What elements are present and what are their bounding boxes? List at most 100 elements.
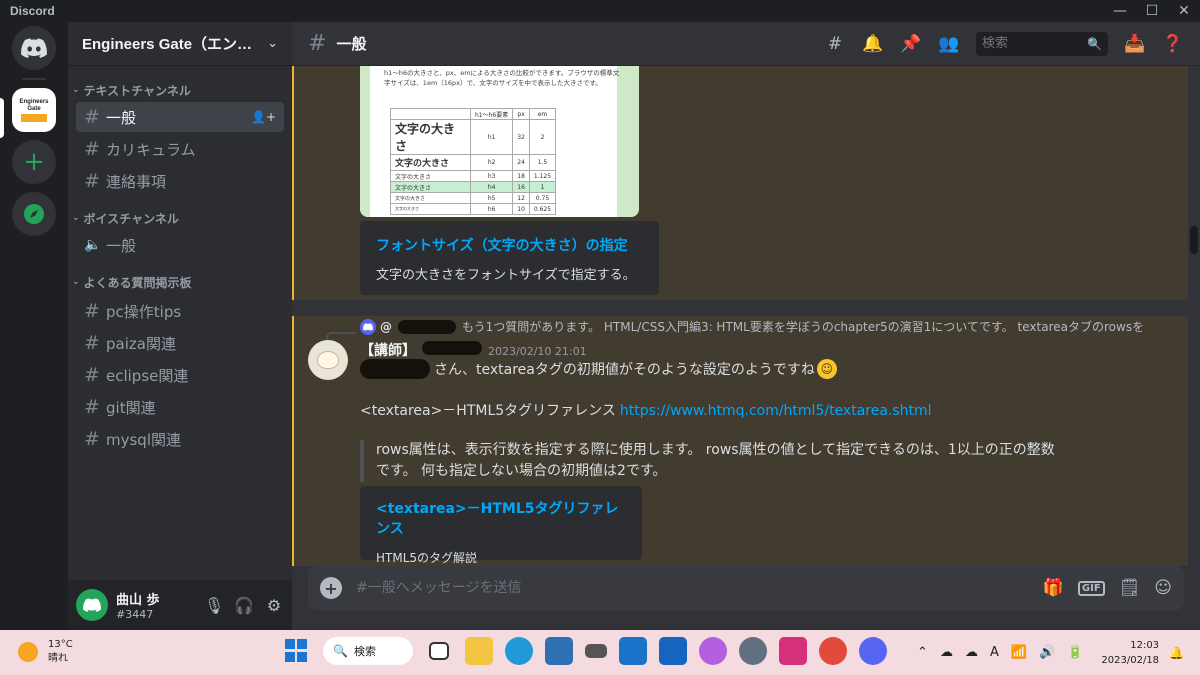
app-icon[interactable] — [659, 637, 687, 665]
search-icon: 🔍 — [1087, 36, 1102, 51]
headphones-icon[interactable]: 🎧 — [234, 596, 254, 615]
table-cell: h2 — [469, 154, 514, 171]
weather-widget[interactable]: 13°C 晴れ — [18, 638, 73, 666]
pin-icon[interactable]: 📌 — [900, 34, 922, 54]
add-server-button[interactable]: + — [12, 140, 56, 184]
channel-paiza[interactable]: # paiza関連 — [76, 328, 284, 358]
avatar[interactable] — [308, 340, 348, 380]
user-info[interactable]: 曲山 歩 #3447 — [116, 589, 204, 621]
cloud-icon[interactable]: ☁ — [965, 645, 978, 660]
embed-title-link[interactable]: フォントサイズ（文字の大きさ）の指定 — [376, 235, 643, 255]
server-engineers-gate[interactable]: Engineers Gate — [12, 88, 56, 132]
gif-button[interactable]: GIF — [1077, 580, 1105, 596]
blockquote: rows属性は、表示行数を指定する際に使用します。 rows属性の値として指定で… — [360, 440, 1060, 482]
message-text: さん、textareaタグの初期値がそのような設定のようですね ☺ — [360, 359, 837, 379]
edge-icon[interactable] — [505, 637, 533, 665]
app-icon[interactable] — [619, 637, 647, 665]
explore-servers-button[interactable] — [12, 192, 56, 236]
ime-indicator[interactable]: A — [990, 645, 999, 660]
channel-git[interactable]: # git関連 — [76, 392, 284, 422]
link-embed: フォントサイズ（文字の大きさ）の指定 文字の大きさをフォントサイズで指定する。 — [360, 221, 659, 295]
volume-icon[interactable]: 🔊 — [1039, 645, 1055, 660]
battery-icon[interactable]: 🔋 — [1067, 645, 1083, 660]
scrollbar-thumb[interactable] — [1190, 226, 1198, 254]
store-icon[interactable] — [545, 637, 573, 665]
category-label: よくある質問掲示板 — [83, 275, 192, 290]
table-cell: 16 — [512, 181, 530, 193]
embed-description: 文字の大きさをフォントサイズで指定する。 — [376, 268, 636, 283]
redacted-name — [398, 319, 456, 334]
members-icon[interactable]: 👥 — [938, 34, 960, 54]
link-embed: <textarea>－HTML5タグリファレンス HTML5のタグ解説 — [360, 486, 642, 565]
reply-author[interactable]: @ — [380, 320, 392, 334]
threads-icon[interactable]: # — [824, 34, 846, 54]
instagram-icon[interactable] — [779, 637, 807, 665]
channel-mysql[interactable]: # mysql関連 — [76, 424, 284, 454]
table-cell: h3 — [469, 170, 514, 182]
emoji-picker-icon[interactable]: ☺ — [1154, 578, 1172, 598]
add-attachment-button[interactable]: + — [320, 577, 342, 599]
gift-icon[interactable]: 🎁 — [1043, 578, 1064, 598]
settings-gear-icon[interactable] — [739, 637, 767, 665]
voice-channel-general[interactable]: 🔈 一般 — [76, 230, 284, 260]
copilot-icon[interactable] — [699, 637, 727, 665]
wifi-icon[interactable]: 📶 — [1011, 645, 1027, 660]
category-voice-channels[interactable]: ⌄ ボイスチャンネル — [68, 208, 292, 228]
bell-icon[interactable]: 🔔 — [862, 34, 884, 54]
clock[interactable]: 12:03 2023/02/18 — [1101, 638, 1159, 668]
close-button[interactable]: ✕ — [1168, 0, 1200, 22]
server-logo-bar — [21, 113, 47, 122]
message-author[interactable]: 【講師】 — [360, 340, 416, 360]
onedrive-icon[interactable]: ☁ — [940, 645, 953, 660]
font-size-table: h1～h6要素 px em 文字の大きさ h1 32 2 文字の大きさ h2 24 1.5 … — [390, 108, 557, 215]
channel-pc-tips[interactable]: # pc操作tips — [76, 296, 284, 326]
channel-curriculum[interactable]: # カリキュラム — [76, 134, 284, 164]
start-button[interactable] — [283, 637, 311, 665]
table-cell: 文字の大きさ — [390, 170, 471, 182]
reply-preview[interactable]: @ もう1つ質問があります。 HTML/CSS入門編3: HTML要素を学ぼうの… — [360, 318, 1180, 335]
channel-label: eclipse関連 — [106, 366, 189, 385]
channel-sidebar: Engineers Gate（エンジ... ⌄ ⌄ テキストチャンネル # 一般 … — [68, 22, 292, 630]
category-faq[interactable]: ⌄ よくある質問掲示板 — [68, 272, 292, 292]
media-app-icon[interactable] — [585, 644, 607, 658]
table-cell: 12 — [512, 192, 530, 204]
embed-title-link[interactable]: <textarea>－HTML5タグリファレンス — [376, 498, 626, 538]
channel-label: pc操作tips — [106, 302, 182, 321]
chevron-up-icon[interactable]: ⌃ — [917, 645, 928, 660]
table-cell: 0.625 — [528, 203, 557, 215]
discord-logo-icon — [83, 598, 101, 612]
microphone-icon[interactable]: 🎙 — [204, 596, 224, 615]
hash-icon: # — [84, 300, 100, 322]
maximize-button[interactable]: ☐ — [1136, 0, 1168, 22]
channel-announcements[interactable]: # 連絡事項 — [76, 166, 284, 196]
task-view-icon[interactable] — [429, 642, 449, 660]
message-input[interactable] — [356, 580, 1043, 596]
column-header — [390, 108, 471, 120]
attached-image[interactable]: h1～h6の大きさと、px、emによる大きさの比較ができます。ブラウザの標準文字… — [360, 66, 639, 217]
message-link[interactable]: https://www.htmq.com/html5/textarea.shtm… — [620, 403, 932, 419]
chrome-icon[interactable] — [819, 637, 847, 665]
guild-header[interactable]: Engineers Gate（エンジ... ⌄ — [68, 22, 292, 66]
channel-header: # 一般 # 🔔 📌 👥 🔍 📥 ❓ — [292, 22, 1200, 66]
channel-eclipse[interactable]: # eclipse関連 — [76, 360, 284, 390]
invite-member-icon[interactable]: 👤+ — [251, 110, 276, 124]
sticker-icon[interactable]: 🗒 — [1119, 578, 1141, 598]
gear-icon[interactable]: ⚙ — [264, 596, 284, 615]
search-input[interactable] — [982, 36, 1082, 51]
minimize-button[interactable]: — — [1104, 0, 1136, 22]
category-text-channels[interactable]: ⌄ テキストチャンネル — [68, 80, 292, 100]
inbox-icon[interactable]: 📥 — [1124, 34, 1146, 54]
home-button[interactable] — [12, 26, 56, 70]
notification-bell-icon[interactable]: 🔔 — [1169, 646, 1184, 660]
table-cell: 1.5 — [528, 154, 557, 171]
avatar[interactable] — [76, 589, 108, 621]
file-explorer-icon[interactable] — [465, 637, 493, 665]
help-icon[interactable]: ❓ — [1162, 34, 1184, 54]
search-box[interactable]: 🔍 — [976, 31, 1108, 56]
message-header: 【講師】 2023/02/10 21:01 — [360, 340, 587, 360]
discord-taskbar-icon[interactable] — [859, 637, 887, 665]
table-cell: 2 — [528, 119, 557, 155]
column-header: em — [528, 108, 557, 120]
channel-general[interactable]: # 一般 👤+ — [76, 102, 284, 132]
taskbar-search[interactable]: 🔍 検索 — [323, 637, 413, 665]
